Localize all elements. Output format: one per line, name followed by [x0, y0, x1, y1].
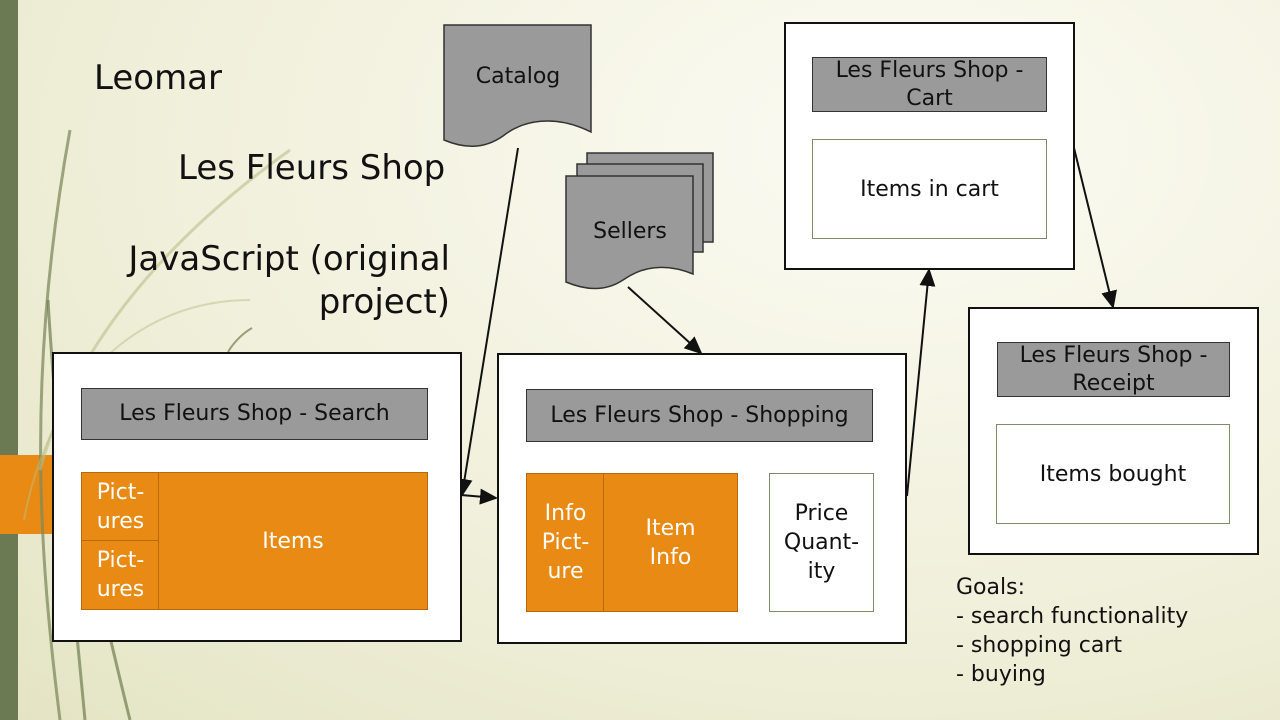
- items-bought-box: Items bought: [996, 424, 1230, 524]
- items-box: Items: [158, 472, 428, 610]
- arrow-search-to-shopping: [460, 488, 498, 505]
- shopping-header: Les Fleurs Shop - Shopping: [526, 389, 873, 442]
- item-info-box: Item Info: [603, 473, 738, 612]
- pictures-box-1: Pict- ures: [81, 472, 160, 541]
- info-picture-box: Info Pict- ure: [526, 473, 605, 612]
- goals-list: Goals: - search functionality - shopping…: [956, 573, 1188, 689]
- items-in-cart-box: Items in cart: [812, 139, 1047, 239]
- arrow-cart-to-receipt: [1073, 147, 1117, 309]
- cart-header: Les Fleurs Shop - Cart: [812, 57, 1047, 112]
- search-header: Les Fleurs Shop - Search: [81, 388, 428, 440]
- catalog-document-shape: [443, 24, 592, 147]
- goal-item: - search functionality: [956, 604, 1189, 629]
- price-quantity-box: Price Quant- ity: [769, 473, 874, 612]
- catalog-label: Catalog: [475, 64, 561, 89]
- goal-item: - buying: [956, 662, 1046, 687]
- goals-title: Goals:: [956, 575, 1025, 600]
- arrow-sellers-to-shopping: [627, 286, 703, 355]
- slide: Leomar Les Fleurs Shop JavaScript (origi…: [0, 0, 1280, 720]
- pictures-box-2: Pict- ures: [81, 540, 160, 610]
- sellers-label: Sellers: [593, 219, 667, 244]
- arrow-shopping-to-cart: [906, 268, 936, 497]
- goal-item: - shopping cart: [956, 633, 1122, 658]
- receipt-header: Les Fleurs Shop - Receipt: [997, 342, 1230, 397]
